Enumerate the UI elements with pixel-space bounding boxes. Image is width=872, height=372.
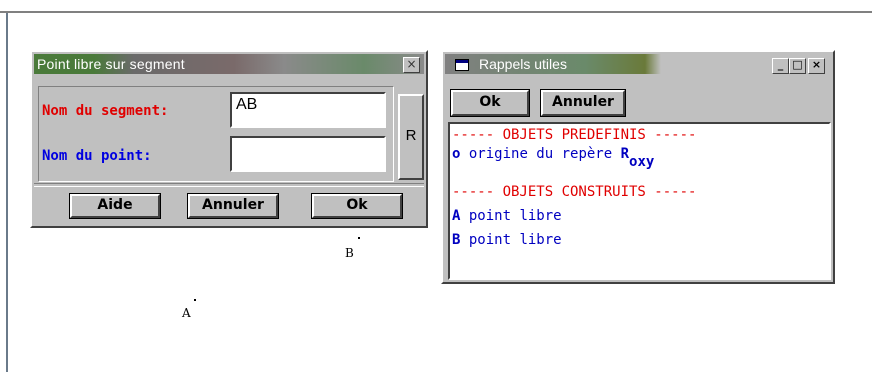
list-item[interactable]: o origine du repère Roxy (452, 146, 654, 170)
item-text: point libre (460, 208, 562, 224)
minimize-icon[interactable]: _ (772, 58, 789, 74)
annuler-button[interactable]: Annuler (188, 194, 278, 218)
dialog-title-bar[interactable]: Point libre sur segment × (34, 54, 424, 74)
window-icon[interactable] (455, 59, 469, 71)
window-title: Rappels utiles (479, 56, 567, 72)
point-name-input[interactable] (230, 136, 386, 172)
item-text: point libre (460, 232, 562, 248)
segment-name-label: Nom du segment: (42, 103, 169, 119)
ok-button[interactable]: Ok (451, 90, 529, 116)
point-b-label: B (345, 246, 354, 260)
left-border (6, 13, 8, 372)
maximize-icon[interactable]: □ (789, 58, 806, 74)
segment-name-input[interactable]: AB (230, 92, 386, 128)
dialog-title: Point libre sur segment (37, 56, 185, 72)
origin-text: origine du repère (460, 146, 621, 162)
rappels-list[interactable]: ----- OBJETS PREDEFINIS ----- o origine … (448, 122, 831, 280)
separator (34, 183, 424, 187)
rappels-utiles-window: Rappels utiles _ □ × Ok Annuler ----- OB… (441, 50, 835, 284)
aide-button[interactable]: Aide (70, 194, 160, 218)
ok-button[interactable]: Ok (312, 194, 402, 218)
list-item[interactable]: A point libre (452, 208, 562, 224)
close-icon[interactable]: × (808, 58, 825, 74)
point-name-label: Nom du point: (42, 148, 152, 164)
r-button[interactable]: R (398, 94, 424, 180)
point-libre-dialog: Point libre sur segment × Nom du segment… (30, 50, 428, 228)
window-title-bar[interactable]: Rappels utiles _ □ × (445, 54, 831, 74)
close-icon[interactable]: × (403, 57, 420, 73)
origin-sub: oxy (629, 154, 655, 170)
top-border (0, 0, 872, 13)
point-b-dot[interactable] (358, 237, 360, 239)
annuler-button[interactable]: Annuler (541, 90, 625, 116)
list-item[interactable]: B point libre (452, 232, 562, 248)
point-a-dot[interactable] (194, 299, 196, 301)
origin-R: R (620, 146, 630, 162)
header-construits: ----- OBJETS CONSTRUITS ----- (452, 184, 697, 200)
point-a-label: A (182, 306, 191, 320)
header-predefinis: ----- OBJETS PREDEFINIS ----- (452, 127, 697, 143)
